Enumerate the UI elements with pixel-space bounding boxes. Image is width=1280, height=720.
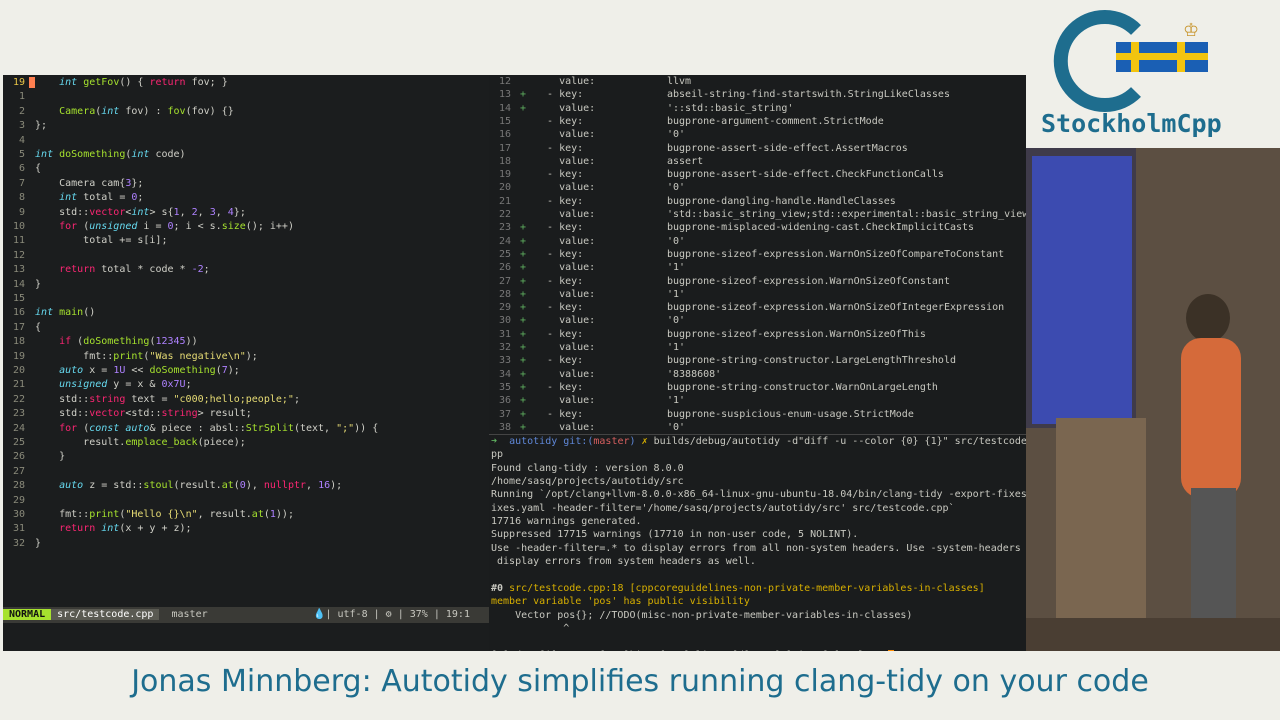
- file-name: src/testcode.cpp: [51, 609, 160, 620]
- yaml-line: 15 - key: bugprone-argument-comment.Stri…: [498, 115, 884, 127]
- terminal-line: Use -header-filter=.* to display errors …: [491, 542, 1026, 554]
- logo-mark-icon: ♔ StockholmCpp: [1041, 10, 1222, 138]
- code-line: 29: [12, 494, 25, 506]
- yaml-line: 12 value: llvm: [498, 76, 692, 87]
- code-line: 27: [12, 465, 25, 477]
- scroll-percent: 37%: [409, 609, 428, 620]
- yaml-line: 38 + value: '0': [498, 421, 686, 433]
- code-line: 16 int main(): [12, 307, 96, 319]
- mode-indicator: NORMAL: [3, 609, 52, 620]
- yaml-line: 30 + value: '0': [498, 315, 686, 327]
- yaml-line: 20 value: '0': [498, 182, 686, 194]
- code-line: 3 };: [18, 120, 48, 132]
- terminal-line: ixes.yaml -header-filter='/home/sasq/pro…: [491, 502, 955, 514]
- terminal-line: /home/sasq/projects/autotidy/src: [491, 476, 684, 488]
- file-encoding: utf-8: [337, 609, 368, 620]
- status-right: 💧| utf-8 | ⚙ | 37% | 19:1: [313, 609, 470, 620]
- yaml-line: 23 + - key: bugprone-misplaced-widening-c…: [498, 222, 975, 234]
- terminal-line: #0 src/testcode.cpp:18 [cppcoreguideline…: [491, 582, 985, 594]
- code-line: 4: [18, 134, 25, 146]
- code-line: 24 for (const auto& piece : absl::StrSpl…: [12, 422, 379, 434]
- code-line: 19 int getFov() { return fov; }: [12, 77, 228, 88]
- terminal-line: Suppressed 17715 warnings (17710 in non-…: [491, 529, 859, 541]
- code-line: 23 std::vector<std::string> result;: [12, 408, 252, 420]
- yaml-line: 27 + - key: bugprone-sizeof-expression.Wa…: [498, 275, 950, 287]
- code-line: 20 auto x = 1U << doSomething(7);: [12, 365, 240, 376]
- code-line: 15: [12, 293, 25, 304]
- code-line: 32 }: [12, 537, 42, 549]
- code-line: 17 {: [12, 321, 42, 333]
- yaml-line: 26 + value: '1': [498, 262, 686, 274]
- yaml-line: 34 + value: '8388608': [498, 368, 722, 380]
- code-line: 10 for (unsigned i = 0; i < s.size(); i+…: [12, 221, 294, 232]
- git-branch: master: [171, 609, 208, 620]
- yaml-line: 17 - key: bugprone-assert-side-effect.As…: [498, 142, 908, 154]
- yaml-line: 16 value: '0': [498, 129, 686, 141]
- yaml-line: 36 + value: '1': [498, 395, 686, 407]
- code-line: 31 return int(x + y + z);: [12, 523, 192, 535]
- code-line: 30 fmt::print("Hello {}\n", result.at(1)…: [12, 509, 294, 520]
- code-line: 7 Camera cam{3};: [18, 177, 144, 189]
- talk-title-caption: Jonas Minnberg: Autotidy simplifies runn…: [131, 664, 1149, 699]
- code-line: 14 }: [12, 278, 42, 290]
- code-line: 18 if (doSomething(12345)): [12, 336, 198, 348]
- code-line: 5 int doSomething(int code): [18, 149, 186, 160]
- terminal-line: member variable 'pos' has public visibil…: [491, 596, 750, 608]
- yaml-line: 18 value: assert: [498, 155, 704, 167]
- yaml-line: 31 + - key: bugprone-sizeof-expression.Wa…: [498, 328, 926, 340]
- code-line: 21 unsigned y = x & 0x7U;: [12, 379, 192, 391]
- terminal-line: ^: [491, 622, 570, 634]
- vim-statusline: NORMAL src/testcode.cpp master 💧| utf-8 | …: [3, 607, 489, 623]
- terminal-line: pp: [491, 449, 504, 461]
- terminal-pane[interactable]: 12 value: llvm 13 + - key: abseil-string-f…: [489, 75, 1026, 651]
- yaml-line: 13 + - key: abseil-string-find-startswith…: [498, 89, 950, 101]
- terminal-line: Vector pos{}; //TODO(misc-non-private-me…: [491, 609, 913, 621]
- speaker-shirt: [1181, 338, 1241, 498]
- yaml-line: 21 - key: bugprone-dangling-handle.Handl…: [498, 195, 896, 207]
- svg-text:StockholmCpp: StockholmCpp: [1041, 109, 1222, 138]
- terminal-line: Found clang-tidy : version 8.0.0: [491, 462, 684, 474]
- yaml-line: 28 + value: '1': [498, 288, 686, 300]
- projection-screen: [1032, 156, 1132, 424]
- podium: [1056, 418, 1146, 651]
- terminal-line: ➜ autotidy git:(master) ✗ builds/debug/a…: [491, 436, 1026, 447]
- code-line: 6 {: [18, 163, 42, 175]
- code-line: 9 std::vector<int> s{1, 2, 3, 4};: [18, 206, 246, 218]
- code-line: 8 int total = 0;: [18, 192, 144, 204]
- terminal-line: display errors from system headers as we…: [491, 556, 756, 568]
- cursor-position: 19:1: [445, 609, 470, 620]
- code-line: 12: [12, 249, 25, 261]
- speaker-head: [1186, 294, 1230, 342]
- yaml-line: 32 + value: '1': [498, 342, 686, 353]
- yaml-line: 33 + - key: bugprone-string-constructor.L…: [498, 355, 956, 367]
- code-line: 22 std::string text = "c000;hello;people…: [12, 393, 300, 405]
- code-line: 1: [18, 91, 25, 103]
- stockholmcpp-logo: ♔ StockholmCpp: [1036, 10, 1276, 145]
- terminal-line: 17716 warnings generated.: [491, 516, 642, 528]
- yaml-line: 25 + - key: bugprone-sizeof-expression.Wa…: [498, 248, 1005, 260]
- yaml-line: 19 - key: bugprone-assert-side-effect.Ch…: [498, 169, 944, 181]
- code-line: 19 fmt::print("Was negative\n");: [12, 350, 258, 362]
- yaml-line: 24 + value: '0': [498, 235, 686, 247]
- crown-icon: ♔: [1183, 20, 1199, 40]
- code-line: 26 }: [12, 451, 66, 463]
- speaker-legs: [1191, 488, 1236, 628]
- code-line: 25 result.emplace_back(piece);: [12, 437, 246, 448]
- yaml-line: 37 + - key: bugprone-suspicious-enum-usag…: [498, 408, 914, 420]
- code-line: 13 return total * code * -2;: [12, 264, 210, 276]
- terminal-line: Running `/opt/clang+llvm-8.0.0-x86_64-li…: [491, 489, 1026, 501]
- yaml-line: 29 + - key: bugprone-sizeof-expression.Wa…: [498, 302, 1005, 314]
- yaml-line: 35 + - key: bugprone-string-constructor.W…: [498, 381, 938, 393]
- terminal-line[interactable]: [t]odo, [i]gnore, [s/S]kip, [n/N]olint, …: [491, 649, 1026, 651]
- code-line: 11 total += s[i];: [12, 235, 168, 247]
- yaml-line: 22 value: 'std::basic_string_view;std::e…: [498, 209, 1026, 220]
- vim-editor[interactable]: 19 int getFov() { return fov; } 1 2 Camer…: [3, 75, 489, 651]
- speaker-video: [1026, 148, 1280, 651]
- yaml-line: 14 + value: '::std::basic_string': [498, 102, 794, 114]
- code-line: 28 auto z = std::stoul(result.at(0), nul…: [12, 480, 343, 492]
- code-line: 2 Camera(int fov) : fov(fov) {}: [18, 105, 234, 117]
